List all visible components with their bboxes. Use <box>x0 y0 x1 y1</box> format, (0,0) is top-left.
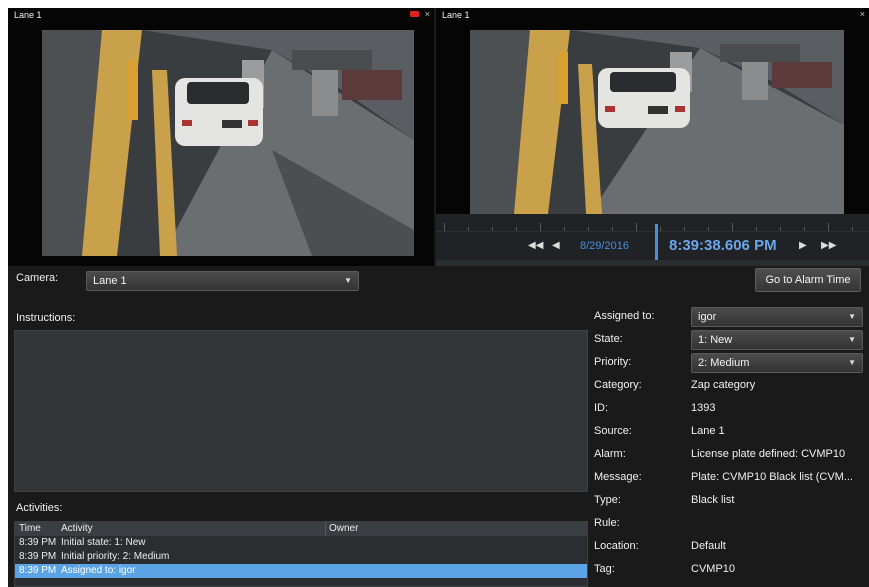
tag-value: CVMP10 <box>691 563 736 575</box>
alarm-details-window: Lane 1 × Lane 1 × ◀◀ ◀ 8/29/2016 8:39:38… <box>8 8 869 587</box>
instructions-textarea[interactable] <box>14 330 588 492</box>
close-icon[interactable]: × <box>860 10 865 19</box>
timeline-tick <box>516 227 517 231</box>
source-label: Source: <box>594 425 632 437</box>
timeline-tick <box>804 227 805 231</box>
message-value: Plate: CVMP10 Black list (CVM... <box>691 471 853 483</box>
timeline-tick <box>852 227 853 231</box>
location-label: Location: <box>594 540 639 552</box>
timeline-ruler[interactable] <box>436 214 869 232</box>
col-owner-header[interactable]: Owner <box>329 523 358 534</box>
timeline-tick <box>732 223 733 231</box>
state-value: 1: New <box>698 334 733 346</box>
instructions-label: Instructions: <box>16 312 76 324</box>
live-video-frame <box>42 30 414 256</box>
col-time-header[interactable]: Time <box>19 523 41 534</box>
timeline-tick <box>780 227 781 231</box>
playback-time: 8:39:38.606 PM <box>669 237 777 254</box>
camera-select-value: Lane 1 <box>93 275 127 287</box>
timeline-tick <box>588 227 589 231</box>
camera-select[interactable]: Lane 1 ▼ <box>86 271 359 291</box>
category-label: Category: <box>594 379 642 391</box>
go-to-alarm-time-button[interactable]: Go to Alarm Time <box>755 268 861 292</box>
category-value: Zap category <box>691 379 756 391</box>
assigned-to-label: Assigned to: <box>594 310 655 322</box>
table-row[interactable]: 8:39 PM Initial state: 1: New <box>15 536 587 550</box>
close-icon[interactable]: × <box>425 10 430 19</box>
alarm-label: Alarm: <box>594 448 626 460</box>
col-activity-header[interactable]: Activity <box>61 523 93 534</box>
playback-video-frame <box>470 30 844 214</box>
grid-header: Time Activity Owner <box>15 522 587 536</box>
location-value: Default <box>691 540 726 552</box>
timeline-tick <box>756 227 757 231</box>
message-label: Message: <box>594 471 642 483</box>
timeline-tick <box>684 227 685 231</box>
timeline-scroll[interactable] <box>436 260 869 266</box>
play-icon[interactable]: ▶ <box>799 240 807 252</box>
timeline-tick <box>708 227 709 231</box>
playback-date: 8/29/2016 <box>580 240 629 252</box>
assigned-to-value: igor <box>698 311 717 323</box>
timeline-tick <box>636 223 637 231</box>
timeline-tick <box>468 227 469 231</box>
priority-value: 2: Medium <box>698 357 750 369</box>
tag-label: Tag: <box>594 563 615 575</box>
chevron-down-icon: ▼ <box>848 358 856 367</box>
activities-label: Activities: <box>16 502 63 514</box>
skip-back-icon[interactable]: ◀◀ <box>528 240 543 252</box>
source-value: Lane 1 <box>691 425 725 437</box>
priority-select[interactable]: 2: Medium ▼ <box>691 353 863 373</box>
playback-timeline[interactable]: ◀◀ ◀ 8/29/2016 8:39:38.606 PM ▶ ▶▶ <box>436 214 869 266</box>
timeline-tick <box>444 223 445 231</box>
state-select[interactable]: 1: New ▼ <box>691 330 863 350</box>
timeline-tick <box>828 223 829 231</box>
timeline-tick <box>492 227 493 231</box>
step-back-icon[interactable]: ◀ <box>552 240 560 252</box>
priority-label: Priority: <box>594 356 632 368</box>
activities-grid[interactable]: Time Activity Owner 8:39 PM Initial stat… <box>14 521 588 587</box>
chevron-down-icon: ▼ <box>344 276 352 285</box>
chevron-down-icon: ▼ <box>848 312 856 321</box>
chevron-down-icon: ▼ <box>848 335 856 344</box>
assigned-to-select[interactable]: igor ▼ <box>691 307 863 327</box>
live-video-pane[interactable]: Lane 1 × <box>8 8 434 266</box>
id-value: 1393 <box>691 402 716 414</box>
id-label: ID: <box>594 402 609 414</box>
live-pane-title: Lane 1 <box>14 10 42 20</box>
type-label: Type: <box>594 494 621 506</box>
playback-pane-title: Lane 1 <box>442 10 470 20</box>
timeline-tick <box>564 227 565 231</box>
table-row[interactable]: 8:39 PM Assigned to: igor <box>15 564 587 578</box>
timeline-tick <box>612 227 613 231</box>
table-row[interactable]: 8:39 PM Initial priority: 2: Medium <box>15 550 587 564</box>
timeline-tick <box>540 223 541 231</box>
camera-label: Camera: <box>16 272 59 284</box>
state-label: State: <box>594 333 623 345</box>
type-value: Black list <box>691 494 735 506</box>
rule-label: Rule: <box>594 517 620 529</box>
skip-forward-icon[interactable]: ▶▶ <box>821 240 836 252</box>
timeline-tick <box>660 227 661 231</box>
alarm-value: License plate defined: CVMP10 <box>691 448 846 460</box>
recording-icon <box>409 11 419 17</box>
